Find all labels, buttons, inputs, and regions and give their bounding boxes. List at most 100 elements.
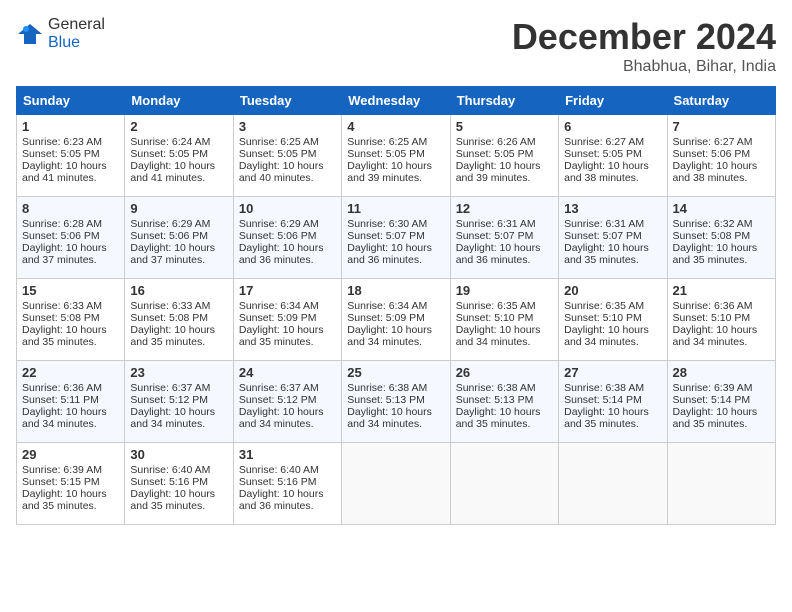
sunset-text: Sunset: 5:08 PM	[673, 230, 770, 242]
sunrise-text: Sunrise: 6:26 AM	[456, 136, 553, 148]
calendar-cell: 23 Sunrise: 6:37 AMSunset: 5:12 PMDayligh…	[125, 361, 233, 443]
sunrise-text: Sunrise: 6:40 AM	[130, 464, 227, 476]
sunset-text: Sunset: 5:09 PM	[347, 312, 444, 324]
sunrise-text: Sunrise: 6:39 AM	[22, 464, 119, 476]
days-header-row: Sunday Monday Tuesday Wednesday Thursday…	[17, 87, 776, 115]
day-number: 11	[347, 201, 444, 216]
calendar-cell: 9Sunrise: 6:29 AMSunset: 5:06 PMDaylight…	[125, 197, 233, 279]
daylight-text: Daylight: 10 hours and 35 minutes.	[564, 406, 661, 430]
header-tuesday: Tuesday	[233, 87, 341, 115]
sunrise-text: Sunrise: 6:35 AM	[564, 300, 661, 312]
calendar-table: Sunday Monday Tuesday Wednesday Thursday…	[16, 86, 776, 525]
daylight-text: Daylight: 10 hours and 34 minutes.	[347, 324, 444, 348]
calendar-cell: 21Sunrise: 6:36 AMSunset: 5:10 PMDayligh…	[667, 279, 775, 361]
calendar-cell: 29 Sunrise: 6:39 AMSunset: 5:15 PMDayligh…	[17, 443, 125, 525]
week-row-4: 29Sunrise: 6:39 AMSunset: 5:15 PMDayligh…	[17, 443, 776, 525]
sunrise-text: Sunrise: 6:32 AM	[673, 218, 770, 230]
daylight-text: Daylight: 10 hours and 38 minutes.	[564, 160, 661, 184]
sunset-text: Sunset: 5:11 PM	[22, 394, 119, 406]
week-row-3: 22Sunrise: 6:36 AMSunset: 5:11 PMDayligh…	[17, 361, 776, 443]
day-number: 4	[347, 119, 444, 134]
daylight-text: Daylight: 10 hours and 36 minutes.	[347, 242, 444, 266]
calendar-cell: 7Sunrise: 6:27 AMSunset: 5:06 PMDaylight…	[667, 115, 775, 197]
sunrise-text: Sunrise: 6:34 AM	[347, 300, 444, 312]
day-number: 17	[239, 283, 336, 298]
sunrise-text: Sunrise: 6:37 AM	[239, 382, 336, 394]
daylight-text: Daylight: 10 hours and 36 minutes.	[456, 242, 553, 266]
sunset-text: Sunset: 5:12 PM	[130, 394, 227, 406]
logo-general-text: General	[48, 16, 105, 33]
calendar-cell: 28Sunrise: 6:39 AMSunset: 5:14 PMDayligh…	[667, 361, 775, 443]
sunrise-text: Sunrise: 6:38 AM	[347, 382, 444, 394]
sunrise-text: Sunrise: 6:28 AM	[22, 218, 119, 230]
day-number: 1	[22, 119, 119, 134]
sunrise-text: Sunrise: 6:37 AM	[130, 382, 227, 394]
calendar-cell: 25Sunrise: 6:38 AMSunset: 5:13 PMDayligh…	[342, 361, 450, 443]
day-number: 26	[456, 365, 553, 380]
day-number: 12	[456, 201, 553, 216]
calendar-cell: 8Sunrise: 6:28 AMSunset: 5:06 PMDaylight…	[17, 197, 125, 279]
sunrise-text: Sunrise: 6:27 AM	[673, 136, 770, 148]
daylight-text: Daylight: 10 hours and 37 minutes.	[22, 242, 119, 266]
day-number: 28	[673, 365, 770, 380]
day-number: 18	[347, 283, 444, 298]
sunset-text: Sunset: 5:05 PM	[22, 148, 119, 160]
header-wednesday: Wednesday	[342, 87, 450, 115]
daylight-text: Daylight: 10 hours and 34 minutes.	[22, 406, 119, 430]
sunset-text: Sunset: 5:07 PM	[347, 230, 444, 242]
day-number: 14	[673, 201, 770, 216]
calendar-cell: 5Sunrise: 6:26 AMSunset: 5:05 PMDaylight…	[450, 115, 558, 197]
sunset-text: Sunset: 5:09 PM	[239, 312, 336, 324]
daylight-text: Daylight: 10 hours and 35 minutes.	[22, 488, 119, 512]
day-number: 29	[22, 447, 119, 462]
sunset-text: Sunset: 5:08 PM	[130, 312, 227, 324]
day-number: 21	[673, 283, 770, 298]
header-thursday: Thursday	[450, 87, 558, 115]
sunrise-text: Sunrise: 6:35 AM	[456, 300, 553, 312]
sunset-text: Sunset: 5:10 PM	[564, 312, 661, 324]
day-number: 19	[456, 283, 553, 298]
sunrise-text: Sunrise: 6:31 AM	[456, 218, 553, 230]
daylight-text: Daylight: 10 hours and 34 minutes.	[239, 406, 336, 430]
sunset-text: Sunset: 5:13 PM	[347, 394, 444, 406]
sunset-text: Sunset: 5:10 PM	[673, 312, 770, 324]
day-number: 23	[130, 365, 227, 380]
header-friday: Friday	[559, 87, 667, 115]
title-block: December 2024 Bhabhua, Bihar, India	[512, 16, 776, 76]
calendar-cell: 27Sunrise: 6:38 AMSunset: 5:14 PMDayligh…	[559, 361, 667, 443]
day-number: 27	[564, 365, 661, 380]
logo-blue-text: Blue	[48, 34, 80, 51]
daylight-text: Daylight: 10 hours and 37 minutes.	[130, 242, 227, 266]
daylight-text: Daylight: 10 hours and 34 minutes.	[130, 406, 227, 430]
daylight-text: Daylight: 10 hours and 35 minutes.	[130, 324, 227, 348]
sunset-text: Sunset: 5:14 PM	[564, 394, 661, 406]
day-number: 2	[130, 119, 227, 134]
daylight-text: Daylight: 10 hours and 34 minutes.	[673, 324, 770, 348]
calendar-cell: 1Sunrise: 6:23 AMSunset: 5:05 PMDaylight…	[17, 115, 125, 197]
sunrise-text: Sunrise: 6:29 AM	[130, 218, 227, 230]
sunset-text: Sunset: 5:06 PM	[22, 230, 119, 242]
calendar-cell: 2Sunrise: 6:24 AMSunset: 5:05 PMDaylight…	[125, 115, 233, 197]
sunset-text: Sunset: 5:05 PM	[130, 148, 227, 160]
calendar-cell: 13Sunrise: 6:31 AMSunset: 5:07 PMDayligh…	[559, 197, 667, 279]
logo-icon	[16, 20, 44, 48]
daylight-text: Daylight: 10 hours and 35 minutes.	[130, 488, 227, 512]
calendar-cell: 11Sunrise: 6:30 AMSunset: 5:07 PMDayligh…	[342, 197, 450, 279]
calendar-cell: 10Sunrise: 6:29 AMSunset: 5:06 PMDayligh…	[233, 197, 341, 279]
calendar-cell: 6Sunrise: 6:27 AMSunset: 5:05 PMDaylight…	[559, 115, 667, 197]
day-number: 15	[22, 283, 119, 298]
sunset-text: Sunset: 5:15 PM	[22, 476, 119, 488]
day-number: 7	[673, 119, 770, 134]
sunrise-text: Sunrise: 6:38 AM	[456, 382, 553, 394]
calendar-cell: 14Sunrise: 6:32 AMSunset: 5:08 PMDayligh…	[667, 197, 775, 279]
calendar-cell	[450, 443, 558, 525]
sunset-text: Sunset: 5:07 PM	[456, 230, 553, 242]
day-number: 3	[239, 119, 336, 134]
day-number: 24	[239, 365, 336, 380]
day-number: 31	[239, 447, 336, 462]
sunrise-text: Sunrise: 6:25 AM	[347, 136, 444, 148]
daylight-text: Daylight: 10 hours and 39 minutes.	[347, 160, 444, 184]
week-row-1: 8Sunrise: 6:28 AMSunset: 5:06 PMDaylight…	[17, 197, 776, 279]
day-number: 30	[130, 447, 227, 462]
calendar-cell: 3Sunrise: 6:25 AMSunset: 5:05 PMDaylight…	[233, 115, 341, 197]
